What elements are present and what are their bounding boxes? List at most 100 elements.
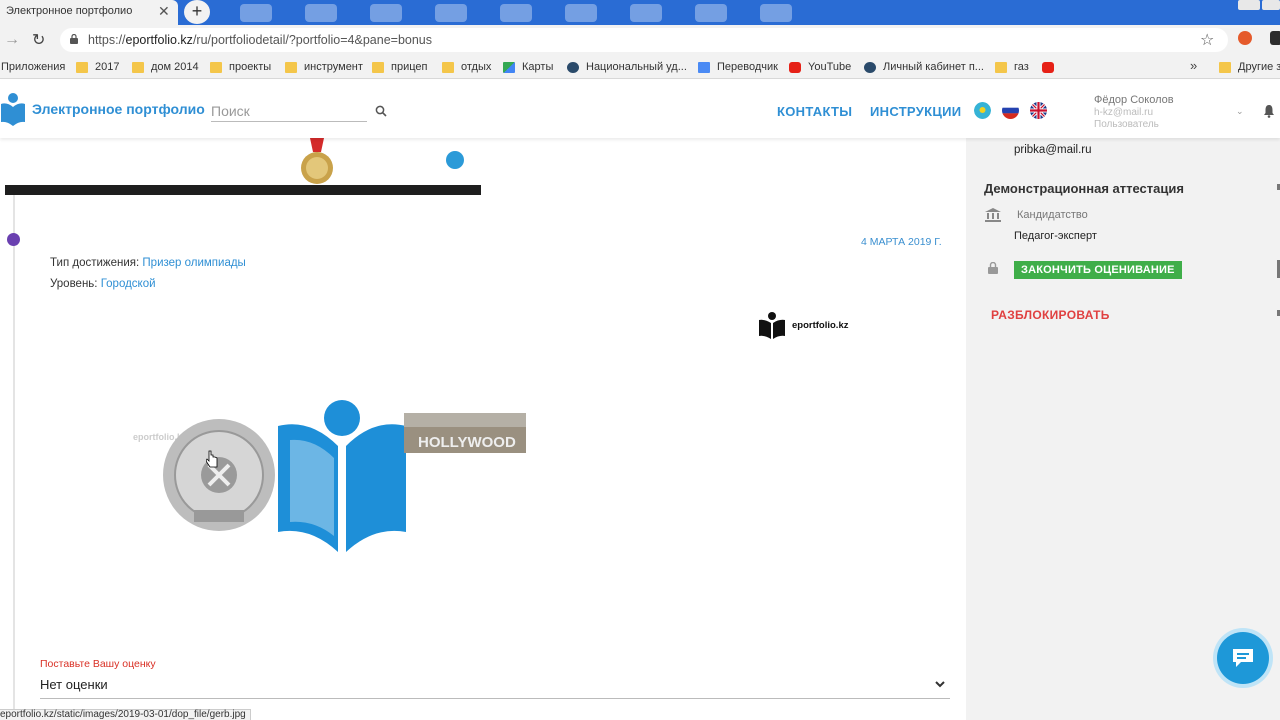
hollywood-photo: HOLLYWOOD xyxy=(404,413,526,453)
search-input[interactable] xyxy=(211,100,367,122)
bookmark-translate[interactable]: Переводчик xyxy=(698,60,778,74)
reload-icon[interactable]: ↻ xyxy=(32,30,45,50)
bookmark-folder[interactable]: прицеп xyxy=(372,60,427,74)
background-tab[interactable] xyxy=(240,4,272,22)
tab-active[interactable]: Электронное портфолио ✕ xyxy=(0,0,178,25)
level-row: Уровень: Городской xyxy=(50,278,156,290)
background-tab[interactable] xyxy=(760,4,792,22)
folder-icon xyxy=(1219,61,1231,73)
book-logo-icon xyxy=(759,312,785,339)
tab-title: Электронное портфолио xyxy=(6,5,133,17)
bell-icon[interactable] xyxy=(1263,104,1275,118)
uk-flag-icon[interactable] xyxy=(1030,102,1047,119)
folder-icon xyxy=(132,61,144,73)
url-text: https://eportfolio.kz/ru/portfoliodetail… xyxy=(88,33,432,47)
kazakhstan-emblem-image xyxy=(163,419,275,531)
window-controls xyxy=(1236,0,1280,12)
ru-flag-icon[interactable] xyxy=(1002,102,1019,119)
background-tab[interactable] xyxy=(370,4,402,22)
background-tab[interactable] xyxy=(630,4,662,22)
bookmark-label: Переводчик xyxy=(717,61,778,73)
bookmark-link[interactable]: Национальный уд... xyxy=(567,60,687,74)
chevron-down-icon xyxy=(935,681,945,688)
timeline-dot xyxy=(7,233,20,246)
new-tab-button[interactable]: + xyxy=(184,0,210,24)
nav-contacts[interactable]: КОНТАКТЫ xyxy=(777,104,852,119)
bookmark-label: дом 2014 xyxy=(151,61,199,73)
bookmark-folder[interactable]: отдых xyxy=(442,60,491,74)
background-tab[interactable] xyxy=(565,4,597,22)
back-arrow-icon[interactable]: → xyxy=(4,31,20,49)
eportfolio-logo-icon[interactable] xyxy=(0,92,28,128)
watermark-text: eportfolio.kz xyxy=(792,320,849,331)
bookmark-youtube[interactable]: YouTube xyxy=(789,60,851,74)
globe-icon xyxy=(864,61,876,73)
background-tab[interactable] xyxy=(500,4,532,22)
url-host: eportfolio.kz xyxy=(125,33,193,47)
rating-select[interactable]: Нет оценки xyxy=(40,676,950,699)
window-close-button[interactable] xyxy=(1262,0,1280,10)
extension-icon[interactable] xyxy=(1238,31,1252,45)
minimize-button[interactable] xyxy=(1238,0,1260,10)
tab-close-icon[interactable]: ✕ xyxy=(158,3,170,20)
search-icon[interactable] xyxy=(375,105,387,117)
bookmark-star-icon[interactable]: ☆ xyxy=(1200,30,1214,50)
level-value[interactable]: Городской xyxy=(101,278,156,290)
bookmark-label: Другие з xyxy=(1238,61,1280,73)
user-role: Пользователь xyxy=(1094,119,1159,130)
sidebar-email: pribka@mail.ru xyxy=(1014,144,1092,156)
hand-cursor-icon xyxy=(206,450,218,468)
eportfolio-large-logo xyxy=(278,400,406,552)
folder-icon xyxy=(285,61,297,73)
translate-icon xyxy=(698,61,710,73)
browser-tabstrip: Электронное портфолио ✕ + xyxy=(0,0,1280,25)
chevron-down-icon[interactable]: ⌄ xyxy=(1236,106,1244,117)
site-logo-text[interactable]: Электронное портфолио xyxy=(32,101,205,117)
bookmark-apps[interactable]: Приложения xyxy=(1,60,65,74)
bookmark-link[interactable]: Личный кабинет п... xyxy=(864,60,984,74)
folder-icon xyxy=(372,61,384,73)
bookmark-label: прицеп xyxy=(391,61,428,73)
cursor-indicator-icon xyxy=(446,151,464,169)
extension-icon[interactable] xyxy=(1270,31,1280,45)
url-path: /ru/portfoliodetail/?portfolio=4&pane=bo… xyxy=(192,33,432,47)
finish-evaluation-button[interactable]: ЗАКОНЧИТЬ ОЦЕНИВАНИЕ xyxy=(1014,261,1182,279)
timeline-line xyxy=(13,138,15,720)
lock-icon xyxy=(70,34,78,44)
kz-flag-icon[interactable] xyxy=(974,102,991,119)
bookmark-folder[interactable]: газ xyxy=(995,60,1029,74)
attestation-category: Кандидатство xyxy=(1017,209,1088,221)
address-bar[interactable]: https://eportfolio.kz/ru/portfoliodetail… xyxy=(60,28,1228,52)
maps-icon xyxy=(503,61,515,73)
bookmark-folder[interactable]: инструмент xyxy=(285,60,363,74)
bookmark-label: 2017 xyxy=(95,61,120,73)
user-name[interactable]: Фёдор Соколов xyxy=(1094,94,1174,106)
bookmark-maps[interactable]: Карты xyxy=(503,60,553,74)
bookmark-folder[interactable]: дом 2014 xyxy=(132,60,199,74)
bookmark-folder[interactable]: проекты xyxy=(210,60,271,74)
background-tab[interactable] xyxy=(305,4,337,22)
medal-image xyxy=(301,138,333,184)
chat-button[interactable] xyxy=(1217,632,1269,684)
folder-icon xyxy=(76,61,88,73)
bookmark-youtube[interactable] xyxy=(1042,60,1061,74)
achievement-type-row: Тип достижения: Призер олимпиады xyxy=(50,257,246,269)
bookmark-label: Национальный уд... xyxy=(586,61,687,73)
background-tab[interactable] xyxy=(435,4,467,22)
bookmark-label: газ xyxy=(1014,61,1029,73)
unblock-button[interactable]: РАЗБЛОКИРОВАТЬ xyxy=(991,308,1110,322)
achievement-type-value[interactable]: Призер олимпиады xyxy=(142,257,245,269)
background-tab[interactable] xyxy=(695,4,727,22)
bookmark-folder-other[interactable]: Другие з xyxy=(1219,60,1280,74)
field-label: Тип достижения: xyxy=(50,257,143,269)
previous-attachment-image[interactable] xyxy=(5,138,481,195)
bookmarks-overflow-icon[interactable]: » xyxy=(1190,58,1197,73)
nav-instructions[interactable]: ИНСТРУКЦИИ xyxy=(870,104,961,119)
bookmarks-bar: Приложения 2017 дом 2014 проекты инструм… xyxy=(0,55,1280,79)
lock-icon xyxy=(988,262,998,274)
bookmark-folder[interactable]: 2017 xyxy=(76,60,119,74)
institution-icon xyxy=(985,208,1001,222)
browser-toolbar: → ↻ https://eportfolio.kz/ru/portfoliode… xyxy=(0,25,1280,55)
screenshot-taskbar xyxy=(5,185,481,195)
site-header: Электронное портфолио КОНТАКТЫ ИНСТРУКЦИ… xyxy=(0,80,1280,138)
